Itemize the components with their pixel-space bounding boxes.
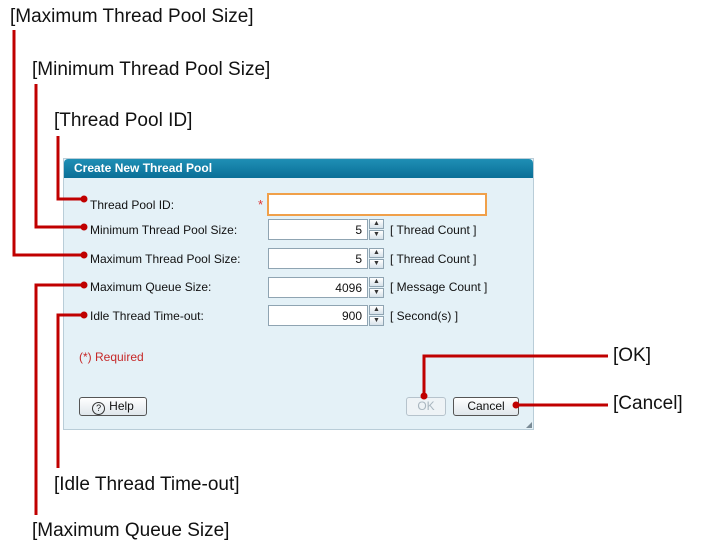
help-icon: ? [92, 402, 106, 415]
callout-maximum-queue-size: [Maximum Queue Size] [32, 520, 230, 541]
callout-ok: [OK] [613, 345, 652, 366]
required-mark: * [258, 197, 264, 212]
maximum-thread-pool-size-input[interactable]: 5 [268, 248, 368, 269]
callout-maximum-thread-pool-size: [Maximum Thread Pool Size] [10, 6, 254, 27]
idle-thread-time-out-input[interactable]: 900 [268, 305, 368, 326]
help-button-label: Help [109, 399, 134, 413]
spin-up-icon[interactable]: ▲ [369, 305, 384, 315]
callout-thread-pool-id: [Thread Pool ID] [54, 110, 193, 131]
minimum-thread-pool-size-unit: [ Thread Count ] [390, 223, 477, 237]
maximum-queue-size-label: Maximum Queue Size: [90, 280, 212, 294]
thread-pool-id-label: Thread Pool ID: [90, 198, 175, 212]
spin-up-icon[interactable]: ▲ [369, 219, 384, 229]
maximum-queue-size-stepper[interactable]: ▲ ▼ [369, 277, 384, 298]
cancel-button[interactable]: Cancel [453, 397, 519, 416]
spin-down-icon[interactable]: ▼ [369, 316, 384, 326]
spin-up-icon[interactable]: ▲ [369, 248, 384, 258]
maximum-thread-pool-size-unit: [ Thread Count ] [390, 252, 477, 266]
create-thread-pool-dialog: Create New Thread Pool Thread Pool ID: *… [63, 158, 534, 430]
maximum-queue-size-unit: [ Message Count ] [390, 280, 488, 294]
callout-minimum-thread-pool-size: [Minimum Thread Pool Size] [32, 59, 271, 80]
thread-pool-id-input[interactable] [267, 193, 487, 216]
spin-down-icon[interactable]: ▼ [369, 288, 384, 298]
idle-thread-time-out-stepper[interactable]: ▲ ▼ [369, 305, 384, 326]
callout-cancel: [Cancel] [613, 393, 683, 414]
required-note: (*) Required [79, 350, 144, 364]
maximum-queue-size-input[interactable]: 4096 [268, 277, 368, 298]
spin-down-icon[interactable]: ▼ [369, 230, 384, 240]
maximum-thread-pool-size-label: Maximum Thread Pool Size: [90, 252, 241, 266]
minimum-thread-pool-size-input[interactable]: 5 [268, 219, 368, 240]
minimum-thread-pool-size-label: Minimum Thread Pool Size: [90, 223, 238, 237]
minimum-thread-pool-size-stepper[interactable]: ▲ ▼ [369, 219, 384, 240]
help-button[interactable]: ? Help [79, 397, 147, 416]
maximum-thread-pool-size-stepper[interactable]: ▲ ▼ [369, 248, 384, 269]
resize-grip-icon[interactable] [526, 422, 532, 428]
idle-thread-time-out-label: Idle Thread Time-out: [90, 309, 204, 323]
spin-down-icon[interactable]: ▼ [369, 259, 384, 269]
spin-up-icon[interactable]: ▲ [369, 277, 384, 287]
callout-idle-thread-time-out: [Idle Thread Time-out] [54, 474, 240, 495]
ok-button[interactable]: OK [406, 397, 446, 416]
dialog-title: Create New Thread Pool [64, 159, 533, 178]
idle-thread-time-out-unit: [ Second(s) ] [390, 309, 459, 323]
